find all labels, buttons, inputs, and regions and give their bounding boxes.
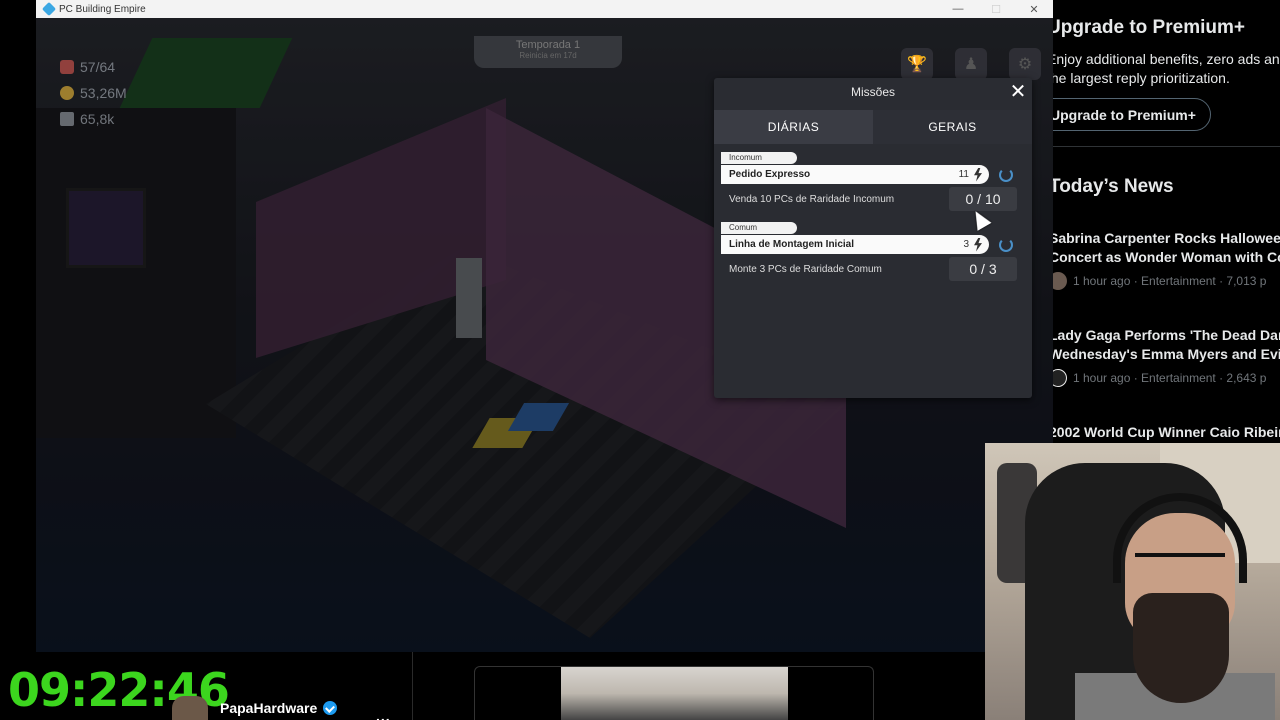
missions-title: Missões [850,85,895,99]
avatar [1053,272,1067,290]
news-item[interactable]: Lady Gaga Performs 'The Dead Dance' Wedn… [1053,326,1280,387]
maximize-button[interactable]: ☐ [977,0,1015,18]
divider [412,652,413,720]
hud-money: 53,26M [60,80,127,106]
close-window-button[interactable]: ✕ [1015,0,1053,18]
pc-icon [60,60,74,74]
mission-description: Venda 10 PCs de Raridade Incomum [729,193,895,205]
news-headline: 2002 World Cup Winner Caio Ribeiro [1053,424,1280,440]
mission-description-row: Monte 3 PCs de Raridade Comum 0 / 3 [721,254,1025,284]
upgrade-premium-button[interactable]: Upgrade to Premium+ [1053,98,1211,131]
premium-text-line: Enjoy additional benefits, zero ads and [1053,51,1280,67]
news-headline: Concert as Wonder Woman with Co-S [1053,249,1280,265]
mission-progress: 0 / 3 [949,257,1017,281]
news-title: Today’s News [1053,176,1174,197]
refresh-icon[interactable] [999,167,1013,182]
close-icon[interactable]: ✕ [1008,82,1028,102]
divider [1053,146,1280,147]
hud-pcs: 57/64 [60,54,127,80]
window-title: PC Building Empire [59,3,146,15]
hud-money-value: 53,26M [80,85,127,101]
premium-text-line: the largest reply prioritization. [1053,70,1230,86]
hud-gems: 65,8k [60,106,127,132]
resource-hud: 57/64 53,26M 65,8k [60,54,127,132]
hud-pcs-value: 57/64 [80,59,116,75]
tab-daily[interactable]: DIÁRIAS [714,110,873,144]
bolt-icon [974,167,982,182]
rarity-tag: Incomum [721,152,797,164]
refresh-icon[interactable] [999,237,1013,252]
stream-overlay: 09:22:46 PapaHardware ... [0,652,985,720]
premium-title: Upgrade to Premium+ [1053,17,1245,38]
mission-description: Monte 3 PCs de Raridade Comum [729,263,882,275]
window-controls: — ☐ ✕ [939,0,1053,18]
news-meta: 1 hour ago · Entertainment · 2,643 p [1053,369,1280,387]
mission-name: Pedido Expresso [729,169,811,180]
verified-icon [323,701,338,715]
minimize-button[interactable]: — [939,0,977,18]
mission-reward: 11 [959,165,983,184]
webcam-beard [1133,593,1229,703]
coin-icon [60,86,74,100]
gear-icon[interactable]: ⚙ [1009,48,1041,80]
mission-reward: 3 [963,235,983,254]
preview-image [561,667,788,720]
news-item[interactable]: 2002 World Cup Winner Caio Ribeiro [1053,423,1280,442]
streamer-badge: PapaHardware [172,696,338,720]
mission-name-bar: Pedido Expresso 11 [721,165,989,184]
news-item[interactable]: Sabrina Carpenter Rocks Halloween Concer… [1053,229,1280,290]
news-meta-text: 1 hour ago · Entertainment · 2,643 p [1073,371,1267,385]
hud-gems-value: 65,8k [80,111,115,127]
news-headline: Wednesday's Emma Myers and Evie ... [1053,346,1280,362]
season-badge[interactable]: Temporada 1 Reinicia em 17d [474,36,622,68]
news-meta-text: 1 hour ago · Entertainment · 7,013 p [1073,274,1267,288]
rarity-tag: Comum [721,222,797,234]
mission-header: Linha de Montagem Inicial 3 [721,235,1025,254]
news-headline: Lady Gaga Performs 'The Dead Dance' [1053,327,1280,343]
person-icon[interactable]: ♟ [955,48,987,80]
season-title: Temporada 1 [515,39,581,51]
mission-card: Incomum Pedido Expresso 11 Venda 10 PCs … [721,144,1025,214]
news-meta: 1 hour ago · Entertainment · 7,013 p [1053,272,1280,290]
mission-reward-value: 11 [958,169,969,180]
streamer-name: PapaHardware [220,700,318,716]
avatar [172,696,208,720]
more-options-icon[interactable]: ... [376,708,391,720]
top-right-icons: 🏆 ♟ ⚙ [901,48,1041,80]
missions-tabs: DIÁRIAS GERAIS [714,110,1032,144]
browser-sidebar: Upgrade to Premium+ Enjoy additional ben… [1053,0,1280,443]
season-subtitle: Reinicia em 17d [519,51,577,60]
screen: PC Building Empire — ☐ ✕ 57/64 53,26M 65… [0,0,1280,720]
trophy-icon[interactable]: 🏆 [901,48,933,80]
premium-text: Enjoy additional benefits, zero ads and … [1053,50,1280,88]
gem-icon [60,112,74,126]
window-titlebar: PC Building Empire — ☐ ✕ [36,0,1053,18]
tab-general[interactable]: GERAIS [873,110,1032,144]
mission-header: Pedido Expresso 11 [721,165,1025,184]
mission-name-bar: Linha de Montagem Inicial 3 [721,235,989,254]
mission-name: Linha de Montagem Inicial [729,239,855,250]
bolt-icon [974,237,982,252]
webcam-feed [985,443,1280,720]
app-icon [41,1,57,17]
mission-reward-value: 3 [963,239,969,250]
avatar [1053,369,1067,387]
news-headline: Sabrina Carpenter Rocks Halloween [1053,230,1280,246]
missions-modal: Missões ✕ DIÁRIAS GERAIS Incomum Pedido … [714,78,1032,398]
